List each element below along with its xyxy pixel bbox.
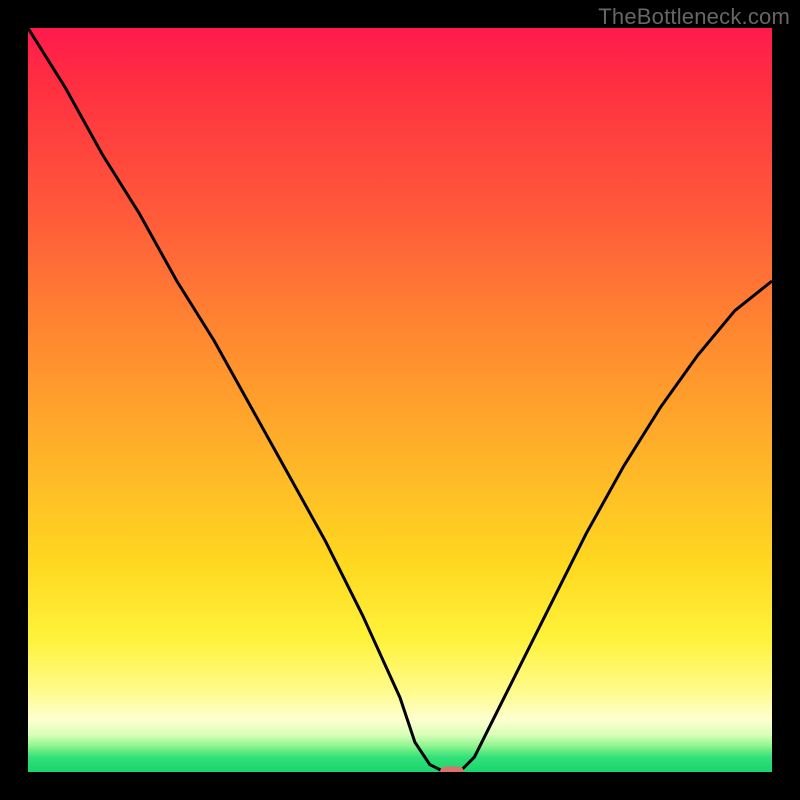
chart-frame: TheBottleneck.com [0,0,800,800]
plot-area [28,28,772,772]
optimal-marker [440,767,464,773]
bottleneck-curve [28,28,772,772]
curve-line [28,28,772,772]
watermark-text: TheBottleneck.com [598,4,790,30]
